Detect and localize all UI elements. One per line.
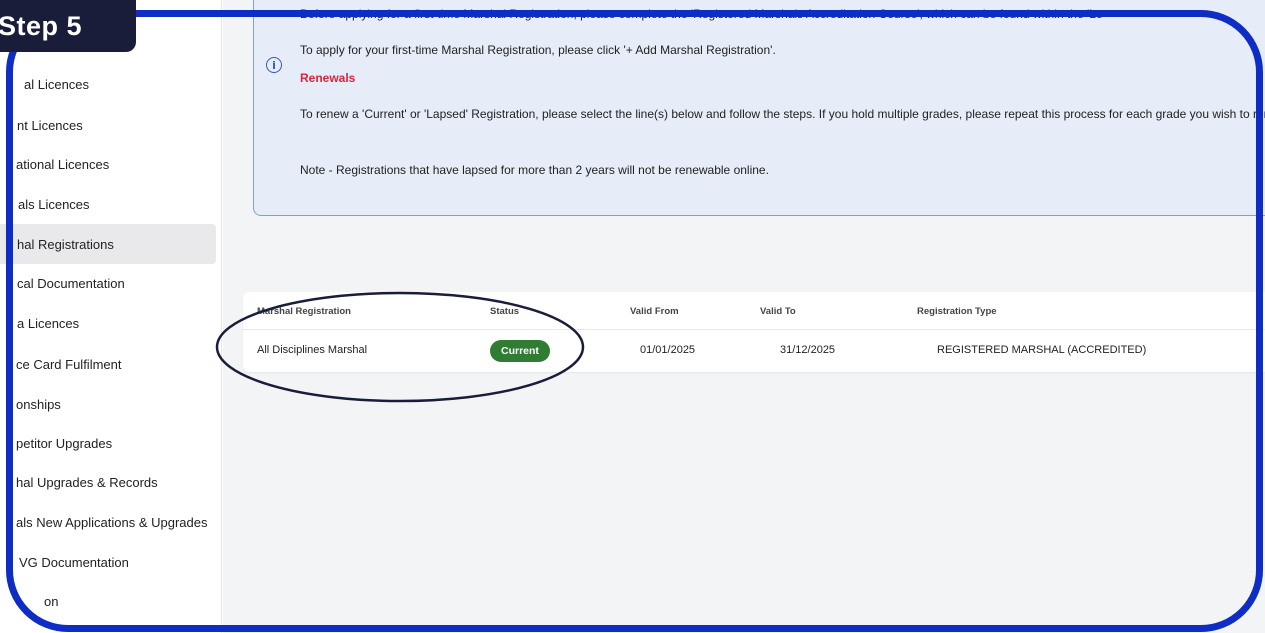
- table-header: Marshal Registration Status Valid From V…: [243, 292, 1265, 330]
- sidebar-item-marshal-upgrades-records[interactable]: hal Upgrades & Records: [0, 462, 216, 502]
- status-badge: Current: [490, 340, 550, 362]
- sidebar-item-other[interactable]: on: [0, 581, 216, 621]
- sidebar-item-a-licences[interactable]: a Licences: [0, 303, 216, 343]
- screenshot-stage: al Licences nt Licences ational Licences…: [0, 0, 1265, 633]
- main-content: i Before applying for a first-time Marsh…: [223, 0, 1265, 633]
- sidebar-item-entrant-licences[interactable]: nt Licences: [0, 105, 216, 145]
- info-text-renew: To renew a 'Current' or 'Lapsed' Registr…: [300, 107, 1265, 121]
- sidebar-item-label: nt Licences: [17, 117, 83, 133]
- column-header-registration[interactable]: Marshal Registration: [257, 306, 351, 317]
- step-label: Step 5: [0, 0, 136, 52]
- sidebar-item-label: petitor Upgrades: [16, 435, 113, 451]
- sidebar-item-label: VG Documentation: [19, 554, 129, 570]
- sidebar-item-officials-licences[interactable]: als Licences: [0, 184, 216, 224]
- sidebar-item-label: ce Card Fulfilment: [16, 356, 122, 372]
- sidebar-item-licences[interactable]: al Licences: [0, 64, 216, 104]
- sidebar-item-label: als Licences: [18, 196, 90, 212]
- sidebar-item-marshal-registrations[interactable]: hal Registrations: [0, 224, 216, 264]
- sidebar-item-label: on: [44, 593, 59, 609]
- sidebar-item-label: hal Registrations: [17, 236, 114, 252]
- cell-registration-type: REGISTERED MARSHAL (ACCREDITED): [937, 344, 1147, 356]
- sidebar-item-label: a Licences: [17, 315, 80, 331]
- sidebar-item-medical-documentation[interactable]: cal Documentation: [0, 263, 216, 303]
- step-label-text: Step 5: [0, 10, 83, 41]
- column-header-valid-to[interactable]: Valid To: [760, 306, 796, 317]
- sidebar-item-pvg-documentation[interactable]: VG Documentation: [0, 542, 216, 582]
- column-header-valid-from[interactable]: Valid From: [630, 306, 679, 317]
- info-text-first-time: Before applying for a first-time Marshal…: [300, 7, 1103, 21]
- cell-valid-from: 01/01/2025: [640, 344, 696, 356]
- info-panel: i Before applying for a first-time Marsh…: [253, 0, 1265, 216]
- renewals-heading: Renewals: [300, 71, 356, 85]
- column-header-status[interactable]: Status: [490, 306, 519, 317]
- table-row[interactable]: All Disciplines Marshal Current 01/01/20…: [243, 330, 1265, 370]
- column-header-registration-type[interactable]: Registration Type: [917, 306, 997, 317]
- sidebar-item-label: als New Applications & Upgrades: [16, 514, 208, 530]
- sidebar-item-championships[interactable]: onships: [0, 384, 216, 424]
- sidebar-item-label: hal Upgrades & Records: [16, 474, 158, 490]
- info-icon: i: [266, 57, 282, 73]
- sidebar-item-label: onships: [16, 396, 61, 412]
- registrations-table: Marshal Registration Status Valid From V…: [243, 292, 1265, 372]
- sidebar-item-card-fulfilment[interactable]: ce Card Fulfilment: [0, 344, 216, 384]
- cell-registration: All Disciplines Marshal: [257, 344, 368, 356]
- sidebar-item-international-licences[interactable]: ational Licences: [0, 144, 216, 184]
- sidebar-item-label: al Licences: [24, 76, 90, 92]
- sidebar-item-officials-new-applications[interactable]: als New Applications & Upgrades: [0, 502, 216, 542]
- info-text-apply: To apply for your first-time Marshal Reg…: [300, 43, 776, 57]
- sidebar-item-competitor-upgrades[interactable]: petitor Upgrades: [0, 423, 216, 463]
- sidebar: al Licences nt Licences ational Licences…: [0, 0, 222, 633]
- info-text-note: Note - Registrations that have lapsed fo…: [300, 163, 769, 177]
- sidebar-item-label: ational Licences: [16, 156, 110, 172]
- sidebar-item-label: cal Documentation: [17, 275, 125, 291]
- cell-valid-to: 31/12/2025: [780, 344, 836, 356]
